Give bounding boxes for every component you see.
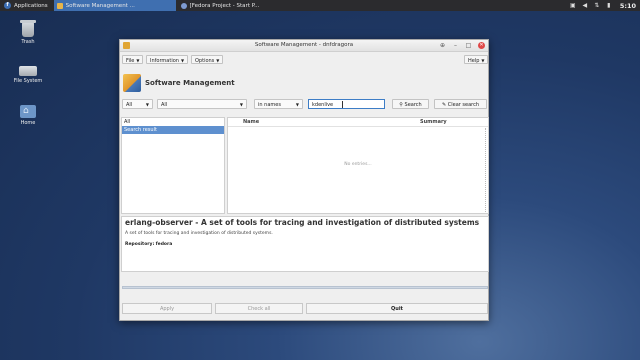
repository-value: fedora xyxy=(155,242,173,247)
home-folder-icon xyxy=(20,105,36,118)
group-item-all[interactable]: All xyxy=(122,118,224,126)
chevron-down-icon: ▼ xyxy=(136,58,140,63)
column-header-name[interactable]: Name xyxy=(243,118,259,126)
volume-icon[interactable]: ◀ xyxy=(582,2,588,9)
search-input[interactable]: kdenlive xyxy=(308,99,385,109)
column-header-summary[interactable]: Summary xyxy=(420,118,447,126)
window-titlebar[interactable]: Software Management - dnfdragora ⊕ – □ ✕ xyxy=(120,40,488,52)
empty-list-message: No entries... xyxy=(344,162,372,167)
filter-bar: All ▼ All ▼ in names ▼ kdenlive ⚲ Search ✎ … xyxy=(120,99,488,111)
view-filter-value: All xyxy=(126,102,133,108)
group-item-search-result[interactable]: Search result xyxy=(122,126,224,134)
view-filter-select[interactable]: All ▼ xyxy=(122,99,153,109)
desktop-icon-label: Home xyxy=(20,120,36,126)
desktop-icon-home[interactable]: Home xyxy=(8,105,48,126)
fedora-logo-icon: f xyxy=(4,2,11,9)
repository-label: Repository: xyxy=(125,242,155,247)
help-menu-button[interactable]: Help ▼ xyxy=(464,55,489,64)
menubar: File ▼ Information ▼ Options ▼ Help ▼ xyxy=(120,52,489,66)
pin-icon[interactable]: ⊕ xyxy=(439,42,446,49)
page-title: Software Management xyxy=(145,79,235,87)
information-menu-label: Information xyxy=(150,58,179,64)
quit-button[interactable]: Quit xyxy=(306,303,488,314)
app-header: Software Management xyxy=(123,72,235,94)
chevron-down-icon: ▼ xyxy=(180,58,185,63)
system-tray: ▣ ◀ ⇅ ▮ 5:10 xyxy=(570,0,636,11)
package-icon xyxy=(56,2,63,9)
search-field-select[interactable]: in names ▼ xyxy=(254,99,303,109)
help-menu-label: Help xyxy=(468,58,480,64)
chevron-down-icon: ▼ xyxy=(295,102,299,107)
app-icon xyxy=(123,42,130,49)
search-input-value: kdenlive xyxy=(312,102,334,108)
chevron-down-icon: ▼ xyxy=(239,102,243,107)
close-icon[interactable]: ✕ xyxy=(478,42,485,49)
search-button-label: Search xyxy=(404,102,422,108)
desktop-icon-trash[interactable]: Trash xyxy=(8,20,48,45)
package-detail-description: A set of tools for tracing and investiga… xyxy=(125,231,273,236)
options-menu-label: Options xyxy=(195,58,215,64)
desktop-icon-label: File System xyxy=(13,78,43,84)
binoculars-icon: ⚲ xyxy=(399,102,403,108)
progress-bar xyxy=(122,286,488,289)
clear-search-button[interactable]: ✎ Clear search xyxy=(434,99,487,109)
search-button[interactable]: ⚲ Search xyxy=(392,99,429,109)
chevron-down-icon: ▼ xyxy=(216,58,220,63)
applications-menu[interactable]: f Applications xyxy=(0,0,52,11)
apply-button[interactable]: Apply xyxy=(122,303,212,314)
battery-icon[interactable]: ▮ xyxy=(606,2,612,9)
chevron-down-icon: ▼ xyxy=(145,102,149,107)
window-title: Software Management - dnfdragora xyxy=(254,42,354,48)
network-icon[interactable]: ⇅ xyxy=(594,2,600,9)
software-management-window: Software Management - dnfdragora ⊕ – □ ✕… xyxy=(119,39,489,321)
file-menu-label: File xyxy=(126,58,135,64)
text-cursor xyxy=(342,101,343,108)
taskbar-item-software-management[interactable]: Software Management ... xyxy=(53,0,176,11)
options-menu-button[interactable]: Options ▼ xyxy=(191,55,224,64)
header-divider xyxy=(228,126,488,127)
desktop-icon-label: Trash xyxy=(21,39,35,45)
clear-search-label: Clear search xyxy=(447,102,480,108)
maximize-icon[interactable]: □ xyxy=(465,42,472,49)
browser-icon xyxy=(180,2,187,9)
trash-icon xyxy=(20,20,36,37)
taskbar-item-fedora-project[interactable]: [Fedora Project - Start P... xyxy=(178,0,300,11)
file-menu-button[interactable]: File ▼ xyxy=(122,55,144,64)
applications-label: Applications xyxy=(14,2,48,9)
software-package-icon xyxy=(123,74,141,92)
package-detail-panel: erlang-observer - A set of tools for tra… xyxy=(121,216,489,272)
drive-icon xyxy=(19,66,37,76)
clock[interactable]: 5:10 xyxy=(620,2,636,10)
top-panel: f Applications Software Management ... [… xyxy=(0,0,640,11)
package-list: Name Summary No entries... xyxy=(227,117,489,214)
check-all-button[interactable]: Check all xyxy=(215,303,303,314)
action-bar: Apply Check all Quit xyxy=(120,303,488,315)
group-list: All Search result xyxy=(121,117,225,214)
package-detail-repository: Repository: fedora xyxy=(125,242,485,247)
task-label: [Fedora Project - Start P... xyxy=(189,2,260,9)
status-filter-value: All xyxy=(161,102,168,108)
status-filter-select[interactable]: All ▼ xyxy=(157,99,247,109)
scrollbar-track[interactable] xyxy=(484,128,486,212)
package-updates-icon[interactable]: ▣ xyxy=(570,2,576,9)
desktop-icon-file-system[interactable]: File System xyxy=(8,62,48,84)
information-menu-button[interactable]: Information ▼ xyxy=(146,55,189,64)
chevron-down-icon: ▼ xyxy=(481,58,485,63)
package-detail-title: erlang-observer - A set of tools for tra… xyxy=(125,218,480,227)
search-field-value: in names xyxy=(258,102,281,108)
clear-icon: ✎ xyxy=(441,102,447,108)
minimize-icon[interactable]: – xyxy=(452,42,459,49)
task-label: Software Management ... xyxy=(65,2,135,9)
